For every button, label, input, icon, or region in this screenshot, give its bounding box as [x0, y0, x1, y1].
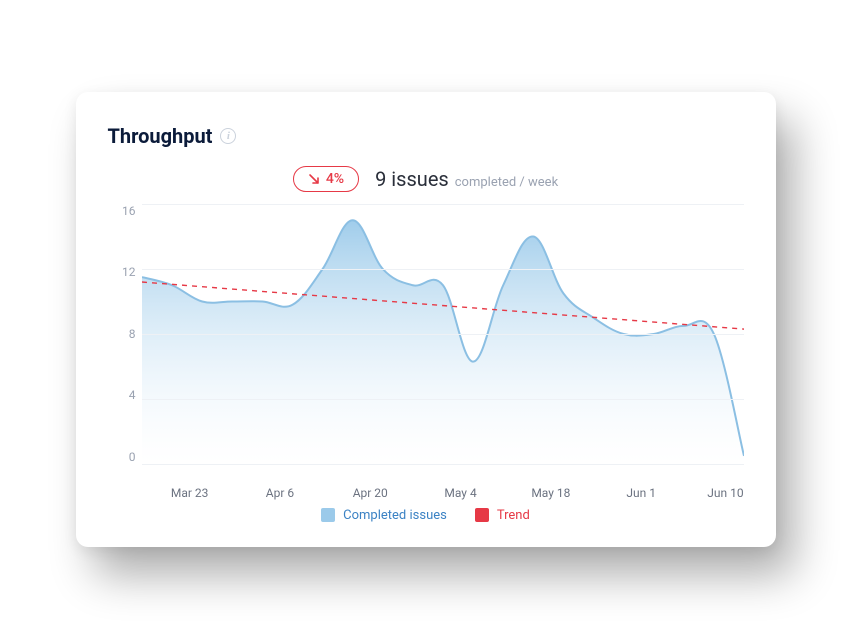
x-tick: Jun 10 — [707, 486, 743, 500]
trend-badge-value: 4% — [326, 171, 344, 187]
y-tick: 16 — [122, 204, 136, 218]
throughput-card: Throughput i 4% 9 issues completed / wee… — [76, 92, 776, 547]
y-axis: 16 12 8 4 0 — [108, 204, 142, 464]
legend-item-completed: Completed issues — [321, 508, 447, 523]
title-row: Throughput i — [108, 124, 744, 148]
card-title: Throughput — [108, 124, 213, 148]
x-tick: Mar 23 — [171, 486, 209, 500]
y-tick: 4 — [129, 388, 136, 402]
legend-label-completed: Completed issues — [343, 508, 447, 523]
x-tick: Apr 20 — [353, 486, 388, 500]
plot-area — [142, 204, 744, 464]
swatch-completed-icon — [321, 508, 335, 522]
info-icon[interactable]: i — [220, 128, 236, 144]
y-tick: 0 — [129, 450, 136, 464]
chart: 16 12 8 4 0 Mar 23 Apr 6 Apr 20 May 4 May 18… — [108, 204, 744, 504]
y-tick: 12 — [122, 265, 136, 279]
metric-suffix: completed / week — [455, 175, 558, 190]
legend-label-trend: Trend — [497, 508, 530, 523]
summary-row: 4% 9 issues completed / week — [108, 166, 744, 192]
x-tick: May 18 — [531, 486, 570, 500]
swatch-trend-icon — [475, 508, 489, 522]
x-tick: Jun 1 — [626, 486, 656, 500]
metric: 9 issues completed / week — [375, 167, 558, 191]
metric-value: 9 issues — [375, 167, 449, 191]
x-tick: May 4 — [444, 486, 476, 500]
x-tick: Apr 6 — [266, 486, 294, 500]
y-tick: 8 — [129, 327, 136, 341]
legend-item-trend: Trend — [475, 508, 530, 523]
trend-badge: 4% — [293, 166, 359, 192]
legend: Completed issues Trend — [108, 508, 744, 523]
arrow-down-right-icon — [308, 173, 320, 185]
